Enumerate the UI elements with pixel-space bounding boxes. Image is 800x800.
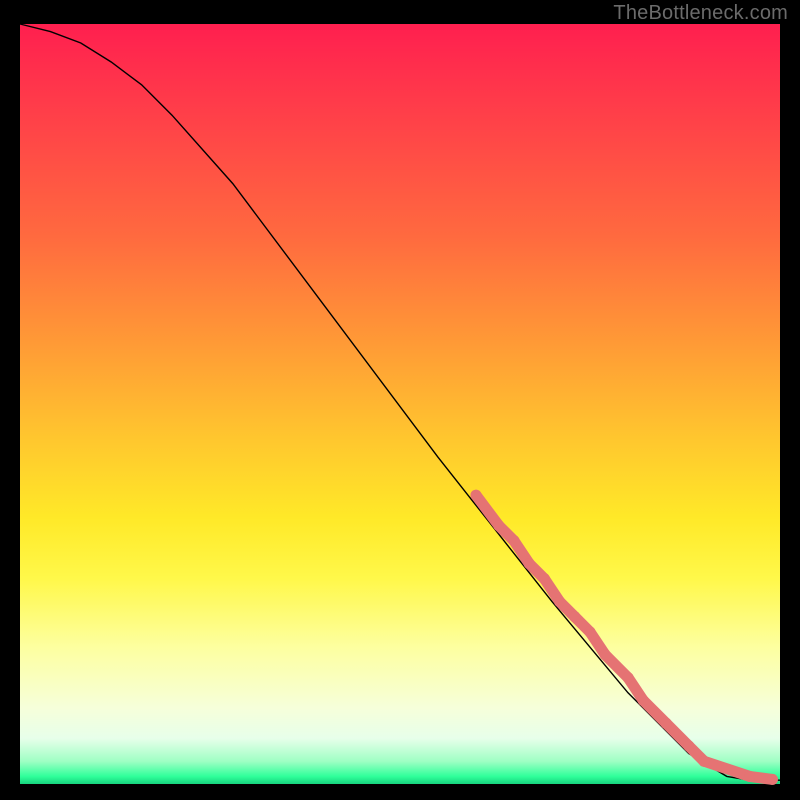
highlight-point — [471, 490, 482, 501]
highlight-segment — [704, 761, 750, 776]
highlight-point — [767, 774, 778, 785]
highlight-point — [623, 672, 634, 683]
highlight-point — [683, 741, 694, 752]
highlight-point — [600, 649, 611, 660]
highlight-point — [744, 771, 755, 782]
highlight-point — [493, 520, 504, 531]
bottleneck-curve — [20, 24, 780, 780]
highlight-point — [509, 535, 520, 546]
highlight-point — [569, 611, 580, 622]
highlight-point — [539, 573, 550, 584]
highlight-point — [638, 695, 649, 706]
highlight-point — [699, 756, 710, 767]
highlight-point — [661, 718, 672, 729]
highlight-point — [554, 596, 565, 607]
highlight-point — [524, 558, 535, 569]
highlight-points — [471, 490, 778, 785]
chart-stage: TheBottleneck.com — [0, 0, 800, 800]
highlight-point — [585, 627, 596, 638]
highlight-segments — [476, 495, 772, 779]
watermark-text: TheBottleneck.com — [613, 2, 788, 25]
chart-overlay — [20, 24, 780, 784]
plot-area — [20, 24, 780, 784]
